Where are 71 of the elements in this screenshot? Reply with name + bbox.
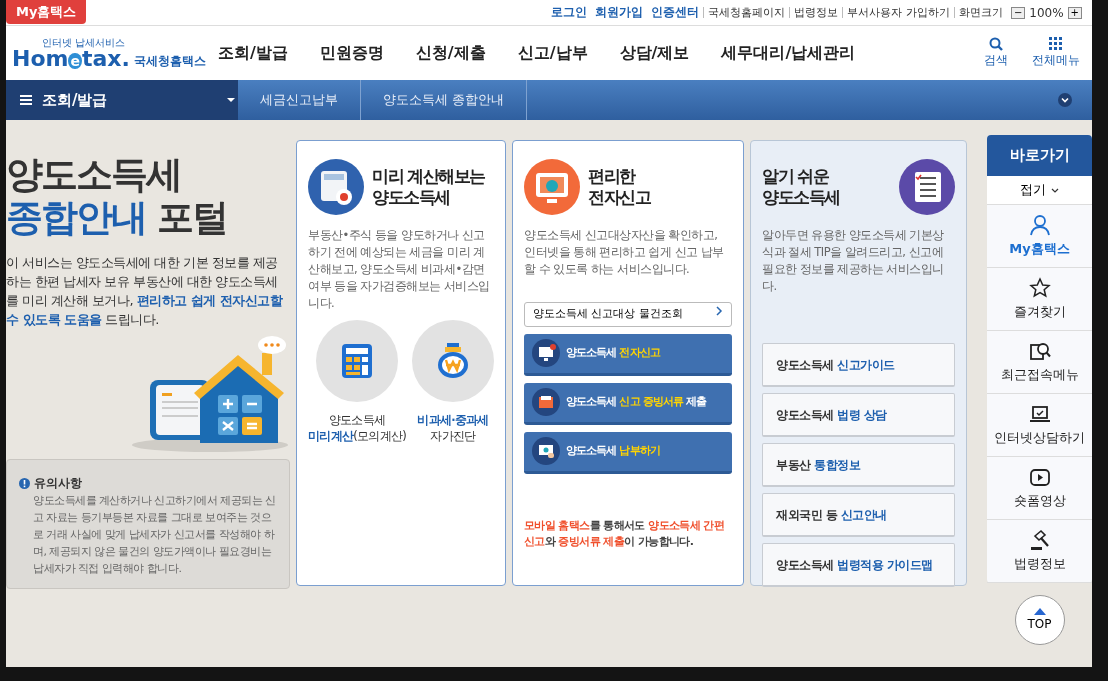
quick-menu-item[interactable]: 숏폼영상 [987, 457, 1092, 520]
action-button[interactable]: 양도소득세 신고 증빙서류 제출 [524, 382, 732, 425]
main-menu-item[interactable]: 세무대리/납세관리 [705, 41, 872, 65]
quick-menu-title: 바로가기 [987, 135, 1092, 176]
main-menu-item[interactable]: 민원증명 [303, 41, 400, 65]
gavel-icon [1028, 528, 1051, 551]
quick-menu-item[interactable]: 즐겨찾기 [987, 268, 1092, 331]
quick-menu-item[interactable]: 최근접속메뉴 [987, 331, 1092, 394]
checklist-icon [899, 159, 955, 215]
guide-link[interactable]: 재외국민 등 신고안내 [762, 493, 955, 537]
card-description: 부동산•주식 등을 양도하거나 신고하기 전에 예상되는 세금을 미리 계산해보고, 양도소득세 비과세•감면여부 등을 자가검증해보는 서비스입니다. [308, 227, 491, 312]
hero-description: 이 서비스는 양도소득세에 대한 기본 정보를 제공하는 한편 납세자 보유 부동산에 대한 양도소득세를 미리 계산해 보거나, 편리하고 쉽게 전자신고할 수 있도록 도움을 드립니다. [6, 254, 284, 330]
top-button[interactable]: TOP [1014, 595, 1065, 645]
hero-title: 양도소득세 종합안내 포털 [6, 154, 228, 240]
lookup-button[interactable]: 양도소득세 신고대상 물건조회 [524, 302, 732, 327]
breadcrumb-menu[interactable]: 조회/발급 [6, 80, 238, 120]
zoom-value: 100% [1029, 4, 1064, 22]
menu-icon [1049, 37, 1063, 51]
main-menu-item[interactable]: 신고/납부 [501, 41, 604, 65]
action-button[interactable]: 양도소득세 전자신고 [524, 333, 732, 376]
chevron-down-icon [1050, 187, 1059, 194]
top-link[interactable]: 로그인 [547, 7, 592, 18]
top-link[interactable]: 인증센터 [647, 7, 704, 18]
notice-text: 양도소득세를 계산하거나 신고하기에서 제공되는 신고 자료는 등기부등본 자료를 그대로 보여주는 것으로 거래 사실에 맞게 납세자가 신고서를 작성해야 하며, 제공되지 않은 물건의 양도가액이나 필요경비는 납세자가 직접 입력해야 합니다. [32, 493, 277, 578]
notice-title: 유의사항 [34, 475, 82, 493]
guide-link[interactable]: 양도소득세 신고가이드 [762, 343, 955, 387]
card-description: 양도소득세 신고대상자산을 확인하고, 인터넷을 통해 편리하고 쉽게 신고 납부할 수 있도록 하는 서비스입니다. [524, 227, 725, 278]
card-description: 알아두면 유용한 양도소득세 기본상식과 절세 TIP을 알려드리고, 신고에 필요한 정보를 제공하는 서비스입니다. [762, 227, 945, 295]
zoom-out-button[interactable]: − [1010, 6, 1026, 19]
payment-icon [532, 437, 560, 465]
star-icon [1028, 276, 1051, 299]
person-icon [1028, 213, 1051, 236]
action-button[interactable]: 양도소득세 납부하기 [524, 431, 732, 474]
quick-menu-item[interactable]: My홈택스 [987, 205, 1092, 268]
fold-button[interactable]: 접기 [987, 176, 1092, 205]
logo-tagline: 인터넷 납세서비스 [42, 36, 127, 48]
menu-icon [20, 95, 32, 105]
quick-menu-item[interactable]: 법령정보 [987, 520, 1092, 583]
arrow-up-icon [1033, 607, 1046, 615]
guide-link[interactable]: 부동산 통합정보 [762, 443, 955, 487]
search-icon [989, 37, 1003, 51]
top-link[interactable]: 국세청홈페이지 [703, 7, 790, 18]
guide-link[interactable]: 양도소득세 법령적용 가이드맵 [762, 543, 955, 587]
zoom-label: 화면크기 [953, 7, 1007, 18]
top-link[interactable]: 회원가입 [591, 7, 648, 18]
card-title: 미리 계산해보는 양도소득세 [372, 166, 485, 208]
top-link[interactable]: 법령정보 [789, 7, 843, 18]
breadcrumb-item[interactable]: 양도소득세 종합안내 [361, 80, 528, 120]
note-text: 모바일 홈택스를 통해서도 양도소득세 간편신고와 증빙서류 제출이 가능합니다. [524, 517, 726, 550]
zoom-in-button[interactable]: + [1067, 6, 1082, 19]
chevron-icon [715, 306, 723, 316]
header-tool[interactable]: 검색 [966, 37, 1026, 69]
feature-label[interactable]: 양도소득세 미리계산(모의계산) [308, 412, 406, 444]
my-hometax-tab[interactable]: My홈택스 [6, 0, 87, 24]
main-menu-item[interactable]: 신청/제출 [399, 41, 502, 65]
info-icon [19, 477, 30, 489]
main-menu-item[interactable]: 상담/제보 [603, 41, 706, 65]
header-tool[interactable]: 전체메뉴 [1026, 37, 1086, 69]
card-title: 편리한 전자신고 [588, 166, 650, 208]
logo-name[interactable]: 국세청홈택스 [133, 51, 206, 70]
logo-wordmark[interactable]: Hom etax. [12, 47, 130, 70]
quick-menu-item[interactable]: 인터넷상담하기 [987, 394, 1092, 457]
expand-icon [1058, 93, 1072, 107]
guide-link[interactable]: 양도소득세 법령 상담 [762, 393, 955, 437]
monitor-icon [532, 339, 560, 367]
breadcrumb-item[interactable]: 세금신고납부 [238, 80, 361, 120]
card-title: 알기 쉬운 양도소득세 [762, 166, 840, 208]
money-bag-icon [435, 342, 471, 380]
monitor-icon [524, 159, 580, 215]
feature-label[interactable]: 비과세·중과세 자가진단 [417, 412, 489, 444]
top-link[interactable]: 부서사용자 가입하기 [842, 7, 954, 18]
